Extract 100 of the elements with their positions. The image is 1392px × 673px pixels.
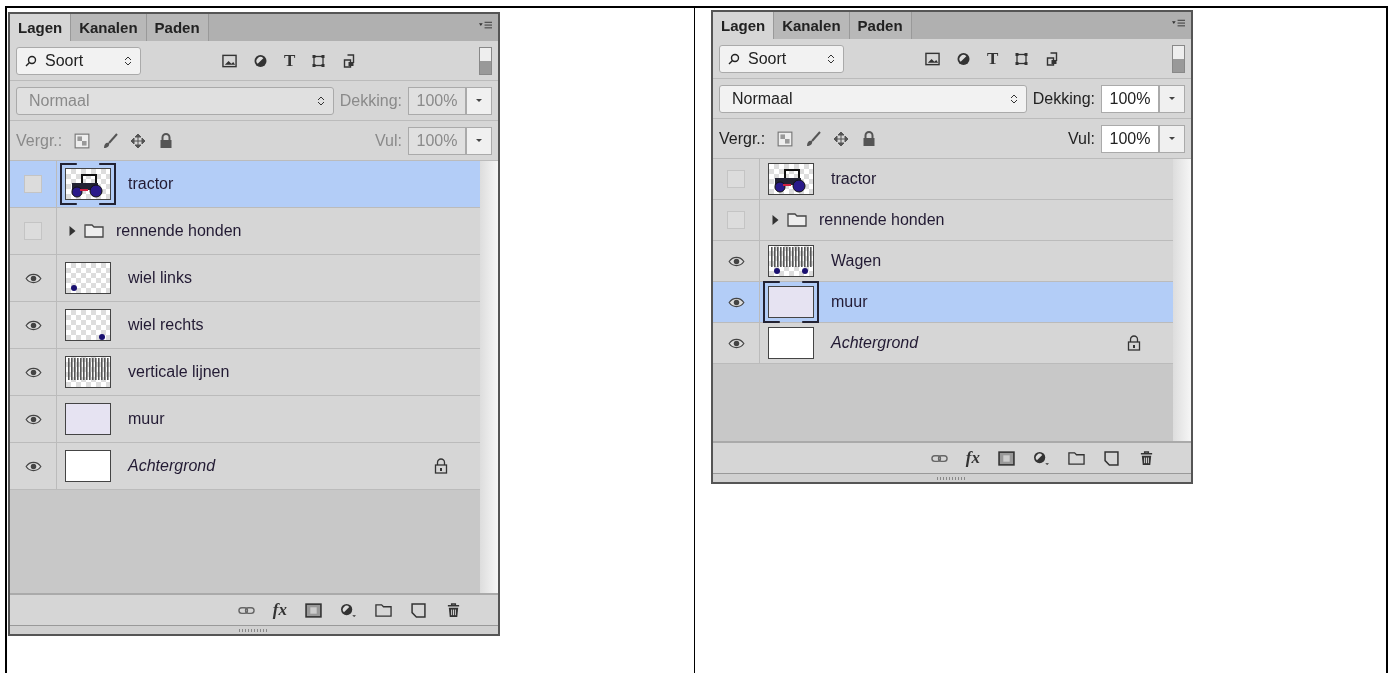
panel-tab[interactable]: Paden [146, 14, 209, 41]
eye-icon[interactable] [24, 319, 42, 331]
lock-icon[interactable] [861, 130, 878, 147]
scrollbar[interactable] [1173, 159, 1191, 441]
eye-icon[interactable] [727, 296, 745, 308]
filter-value: Soort [748, 49, 787, 68]
layer-row[interactable]: rennende honden [713, 200, 1173, 241]
lock-icon[interactable] [158, 132, 175, 149]
layer-row[interactable]: wiel links [10, 255, 480, 302]
resize-grip[interactable] [937, 476, 967, 480]
type-filter-icon[interactable]: T [284, 50, 296, 71]
fill-label: Vul: [1068, 129, 1095, 148]
adjustment-filter-icon[interactable] [956, 51, 971, 66]
new-layer-icon[interactable] [410, 602, 427, 618]
layer-name: Wagen [831, 252, 882, 270]
panel-tab[interactable]: Kanalen [71, 14, 147, 41]
effects-button[interactable]: fx [965, 448, 980, 468]
tractor-thumbnail [65, 168, 111, 200]
layer-row[interactable]: verticale lijnen [10, 349, 480, 396]
fill-field[interactable]: 100% [1101, 124, 1159, 153]
caret-icon [1168, 136, 1176, 141]
mask-icon[interactable] [305, 602, 322, 618]
expand-triangle-icon[interactable] [69, 226, 76, 236]
blend-mode-value: Normaal [732, 89, 793, 108]
eye-icon[interactable] [727, 337, 745, 349]
blend-mode-value: Normaal [29, 91, 90, 110]
panel-tab[interactable]: Lagen [713, 12, 775, 39]
caret-icon [475, 98, 483, 103]
scrollbar[interactable] [480, 161, 498, 593]
caret-icon [475, 138, 483, 143]
lock-label: Vergr.: [16, 131, 63, 150]
blank-thumbnail [768, 327, 814, 359]
tractor-thumbnail [768, 163, 814, 195]
type-filter-icon[interactable]: T [987, 48, 999, 69]
opacity-label: Dekking: [339, 91, 402, 110]
panel-tab[interactable]: Paden [849, 12, 912, 39]
folder-icon[interactable] [375, 602, 392, 618]
expand-triangle-icon[interactable] [772, 215, 779, 225]
filter-dropdown[interactable]: Soort [719, 44, 844, 73]
effects-button[interactable]: fx [272, 600, 287, 620]
layer-row[interactable]: wiel rechts [10, 302, 480, 349]
layer-row[interactable]: muur [10, 396, 480, 443]
stripes-thumbnail [65, 356, 111, 388]
mask-icon[interactable] [998, 450, 1015, 466]
search-icon [728, 52, 740, 65]
blend-mode-dropdown[interactable]: Normaal [719, 84, 1027, 113]
updown-icon [124, 54, 132, 67]
eye-icon[interactable] [727, 255, 745, 267]
filter-toggle[interactable] [479, 46, 492, 75]
layer-row[interactable]: Wagen [713, 241, 1173, 282]
brush-icon[interactable] [102, 132, 119, 149]
filter-toggle[interactable] [1172, 44, 1185, 73]
layer-name: wiel links [128, 269, 192, 287]
layer-row[interactable]: muur [713, 282, 1173, 323]
layer-name: rennende honden [116, 222, 242, 240]
lock-label: Vergr.: [719, 129, 766, 148]
panel-tab[interactable]: Kanalen [774, 12, 850, 39]
trash-icon[interactable] [445, 602, 462, 618]
blank-thumbnail [65, 450, 111, 482]
eye-icon[interactable] [24, 413, 42, 425]
caret-icon [1168, 96, 1176, 101]
wall-thumbnail [65, 403, 111, 435]
wall-thumbnail [768, 286, 814, 318]
layer-name: wiel rechts [128, 316, 204, 334]
layer-name: Achtergrond [831, 334, 919, 352]
layer-name: tractor [128, 175, 174, 193]
trash-icon[interactable] [1138, 450, 1155, 466]
fill-label: Vul: [375, 131, 402, 150]
opacity-field[interactable]: 100% [1101, 84, 1159, 113]
eye-icon[interactable] [24, 366, 42, 378]
eye-icon[interactable] [24, 272, 42, 284]
layer-row[interactable]: tractor [713, 159, 1173, 200]
folder-icon[interactable] [1068, 450, 1085, 466]
lock-icon [1127, 335, 1141, 351]
eye-icon[interactable] [24, 460, 42, 472]
search-icon [25, 54, 37, 67]
layer-name: tractor [831, 170, 877, 188]
image-filter-icon[interactable] [222, 53, 237, 68]
adjustment-layer-icon[interactable] [340, 602, 357, 618]
layer-row[interactable]: rennende honden [10, 208, 480, 255]
adjustment-filter-icon[interactable] [253, 53, 268, 68]
menu-icon[interactable] [1172, 19, 1185, 29]
dot-thumbnail [65, 309, 111, 341]
shape-filter-icon[interactable] [311, 53, 327, 68]
panel-tab[interactable]: Lagen [10, 14, 72, 41]
new-layer-icon[interactable] [1103, 450, 1120, 466]
resize-grip[interactable] [239, 628, 269, 632]
layer-row[interactable]: Achtergrond [713, 323, 1173, 364]
updown-icon [1009, 92, 1018, 105]
dot-thumbnail [65, 262, 111, 294]
layer-row[interactable]: tractor [10, 161, 480, 208]
shape-filter-icon[interactable] [1014, 51, 1030, 66]
brush-icon[interactable] [805, 130, 822, 147]
filter-dropdown[interactable]: Soort [16, 46, 141, 75]
image-filter-icon[interactable] [925, 51, 940, 66]
move-icon[interactable] [130, 132, 147, 149]
adjustment-layer-icon[interactable] [1033, 450, 1050, 466]
move-icon[interactable] [833, 130, 850, 147]
layer-row[interactable]: Achtergrond [10, 443, 480, 490]
menu-icon[interactable] [479, 21, 492, 31]
